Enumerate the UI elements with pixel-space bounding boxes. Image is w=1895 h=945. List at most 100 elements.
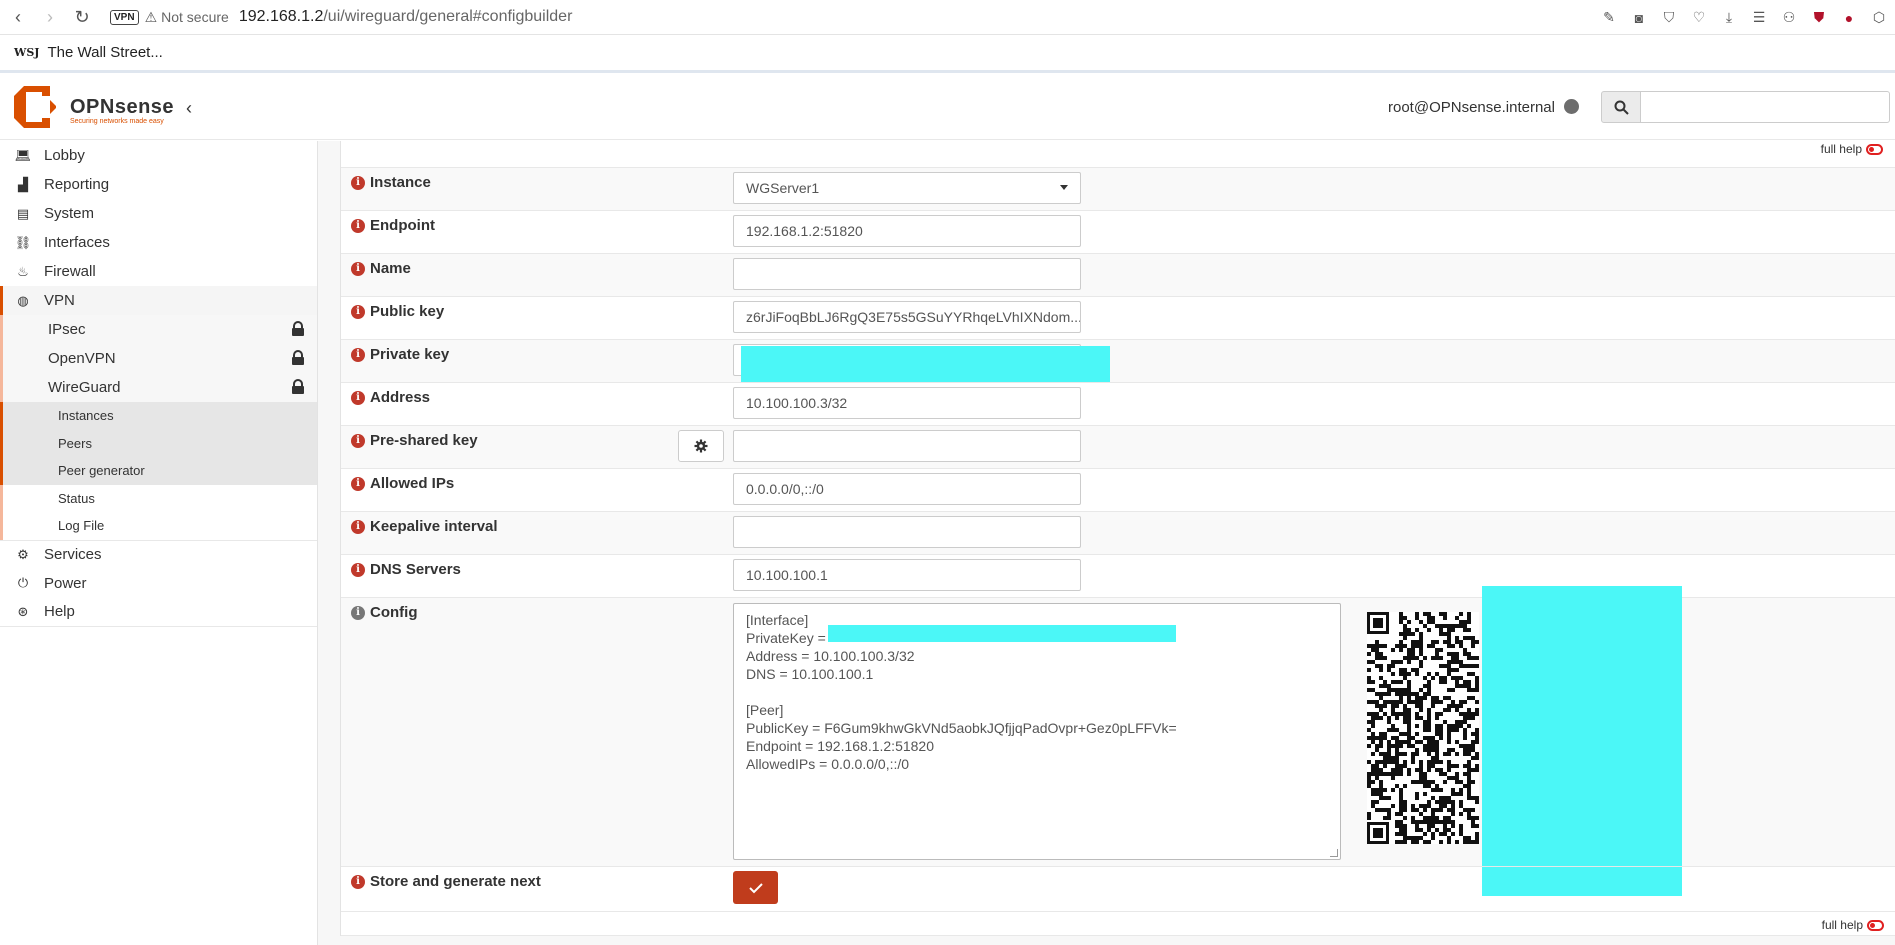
download-icon[interactable]: ⤓ (1721, 9, 1737, 26)
psk-label: i Pre-shared key (351, 432, 478, 449)
extension-icon[interactable]: ● (1841, 10, 1857, 26)
menu-icon[interactable]: ☰ (1751, 9, 1767, 26)
sidebar-item-openvpn[interactable]: OpenVPN (0, 344, 317, 373)
public-key-field[interactable]: z6rJiFoqBbLJ6RgQ3E75s5GSuYYRhqeLVhIXNdom… (733, 301, 1081, 333)
sidebar-item-label: OpenVPN (48, 350, 116, 367)
toggle-icon (1867, 919, 1884, 931)
user-menu[interactable]: root@OPNsense.internal (1388, 99, 1555, 116)
ublock-icon[interactable]: ⛊ (1811, 9, 1827, 26)
reload-icon[interactable]: ↻ (68, 3, 96, 31)
sidebar-item-label: Power (44, 574, 87, 592)
sidebar-item-power[interactable]: ⏻ Power (0, 569, 317, 598)
keepalive-row: i Keepalive interval (341, 511, 1895, 554)
full-help-label: full help (1821, 918, 1863, 932)
info-icon[interactable]: i (351, 261, 365, 276)
lock-icon (292, 350, 304, 365)
generate-psk-button[interactable] (678, 430, 724, 462)
gear-icon: ⚙ (17, 546, 29, 562)
profile-icon[interactable]: ⚇ (1781, 9, 1797, 26)
info-icon[interactable]: i (351, 605, 365, 620)
security-label[interactable]: Not secure (161, 9, 229, 25)
dns-label-text: DNS Servers (370, 561, 461, 578)
sidebar-item-services[interactable]: ⚙ Services (0, 539, 317, 569)
info-icon[interactable]: i (351, 175, 365, 190)
info-icon[interactable]: i (351, 874, 365, 889)
info-icon[interactable]: i (351, 519, 365, 534)
check-icon (748, 882, 763, 893)
forward-icon[interactable]: › (36, 3, 64, 31)
instance-select[interactable]: WGServer1 (733, 172, 1081, 204)
heart-icon[interactable]: ♡ (1691, 9, 1707, 26)
bookmark-wsj[interactable]: The Wall Street... (48, 44, 163, 61)
dns-field[interactable]: 10.100.100.1 (733, 559, 1081, 591)
sidebar-item-help[interactable]: ⊛ Help (0, 598, 317, 627)
address-bar[interactable]: 192.168.1.2/ui/wireguard/general#configb… (239, 8, 573, 26)
resize-handle-icon[interactable] (1330, 849, 1338, 857)
info-icon[interactable]: i (351, 433, 365, 448)
sidebar-item-lobby[interactable]: 💻︎ Lobby (0, 141, 317, 170)
name-label: i Name (351, 260, 411, 277)
back-icon[interactable]: ‹ (4, 3, 32, 31)
full-help-toggle-top[interactable]: full help (1821, 142, 1883, 156)
sidebar-item-reporting[interactable]: ▟ Reporting (0, 170, 317, 199)
warning-icon[interactable]: ⚠ (145, 9, 158, 26)
address-label: i Address (351, 389, 430, 406)
sidebar-item-peer-generator[interactable]: Peer generator (0, 457, 317, 485)
sidebar-item-firewall[interactable]: ♨ Firewall (0, 257, 317, 286)
sidebar-item-ipsec[interactable]: IPsec (0, 315, 317, 344)
status-indicator[interactable] (1564, 99, 1579, 114)
sidebar-item-status[interactable]: Status (0, 484, 317, 512)
name-row: i Name (341, 253, 1895, 296)
info-icon[interactable]: i (351, 304, 365, 319)
info-icon[interactable]: i (351, 347, 365, 362)
url-host: 192.168.1.2 (238, 8, 324, 25)
opnsense-logo[interactable] (12, 84, 58, 130)
psk-field[interactable] (733, 430, 1081, 462)
bookmarks-bar: WSJ The Wall Street... (0, 35, 1895, 73)
camera-icon[interactable]: ◙ (1631, 10, 1647, 26)
main-content: full help i Instance WGServer1 i Endpoint … (318, 141, 1895, 945)
instance-label-text: Instance (370, 174, 431, 191)
info-icon[interactable]: i (351, 476, 365, 491)
sidebar-item-system[interactable]: ▤ System (0, 199, 317, 228)
sidebar-item-log-file[interactable]: Log File (0, 512, 317, 540)
puzzle-icon[interactable]: ⬡ (1871, 9, 1887, 26)
fire-icon: ♨ (17, 263, 29, 279)
gear-icon (694, 439, 708, 453)
store-and-generate-button[interactable] (733, 871, 778, 904)
sidebar-item-label: Help (44, 603, 75, 620)
sidebar-item-vpn[interactable]: ◍ VPN (0, 286, 317, 315)
allowed-ips-field[interactable]: 0.0.0.0/0,::/0 (733, 473, 1081, 505)
store-label-text: Store and generate next (370, 873, 541, 890)
config-line: AllowedIPs = 0.0.0.0/0,::/0 (746, 756, 910, 772)
sidebar-item-interfaces[interactable]: ⛓ Interfaces (0, 228, 317, 257)
sidebar-item-label: Reporting (44, 176, 110, 193)
sidebar-item-instances[interactable]: Instances (0, 402, 317, 430)
toggle-icon (1866, 143, 1883, 155)
sidebar-item-label: VPN (44, 292, 75, 309)
full-help-toggle-bottom[interactable]: full help (1822, 918, 1884, 932)
sidebar-item-label: System (44, 205, 95, 222)
vpn-badge[interactable]: VPN (110, 9, 139, 25)
search-button[interactable] (1601, 91, 1641, 123)
search-input[interactable] (1640, 91, 1890, 123)
info-icon[interactable]: i (351, 562, 365, 577)
info-icon[interactable]: i (351, 218, 365, 233)
instance-label: i Instance (351, 174, 431, 191)
address-field[interactable]: 10.100.100.3/32 (733, 387, 1081, 419)
url-path: /ui/wireguard/general#configbuilder (323, 8, 573, 25)
info-icon[interactable]: i (351, 390, 365, 405)
redaction-block (1482, 586, 1682, 896)
sidebar-item-label: IPsec (48, 321, 86, 338)
endpoint-field[interactable]: 192.168.1.2:51820 (733, 215, 1081, 247)
brand-name: OPNsense (70, 96, 175, 118)
sidebar-item-label: WireGuard (48, 379, 121, 396)
sidebar-item-peers[interactable]: Peers (0, 429, 317, 457)
edit-icon[interactable]: ✎ (1601, 9, 1617, 26)
keepalive-field[interactable] (733, 516, 1081, 548)
name-field[interactable] (733, 258, 1081, 290)
collapse-sidebar-icon[interactable]: ‹ (186, 98, 192, 119)
shield-icon[interactable]: ⛉ (1661, 9, 1677, 26)
sidebar-item-wireguard[interactable]: WireGuard (0, 373, 317, 402)
store-label: i Store and generate next (351, 873, 541, 890)
